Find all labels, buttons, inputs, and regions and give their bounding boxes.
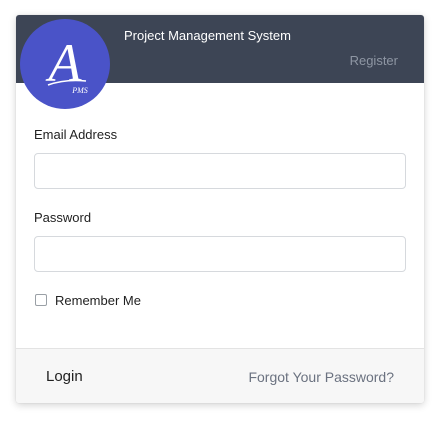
- email-label: Email Address: [34, 127, 118, 142]
- remember-me-label[interactable]: Remember Me: [55, 293, 141, 308]
- logo-icon: A PMS: [46, 33, 88, 95]
- password-label: Password: [34, 210, 92, 225]
- logo-subtext: PMS: [71, 86, 88, 95]
- forgot-password-link[interactable]: Forgot Your Password?: [248, 369, 394, 385]
- app-logo[interactable]: A PMS: [20, 19, 110, 109]
- login-card: Project Management System Register A PMS…: [16, 15, 424, 403]
- form-footer: Login Forgot Your Password?: [16, 348, 424, 403]
- app-title: Project Management System: [124, 28, 291, 43]
- login-button[interactable]: Login: [38, 368, 91, 385]
- remember-me-checkbox[interactable]: [35, 294, 47, 306]
- register-link[interactable]: Register: [350, 53, 398, 68]
- password-field[interactable]: [34, 236, 406, 272]
- email-field[interactable]: [34, 153, 406, 189]
